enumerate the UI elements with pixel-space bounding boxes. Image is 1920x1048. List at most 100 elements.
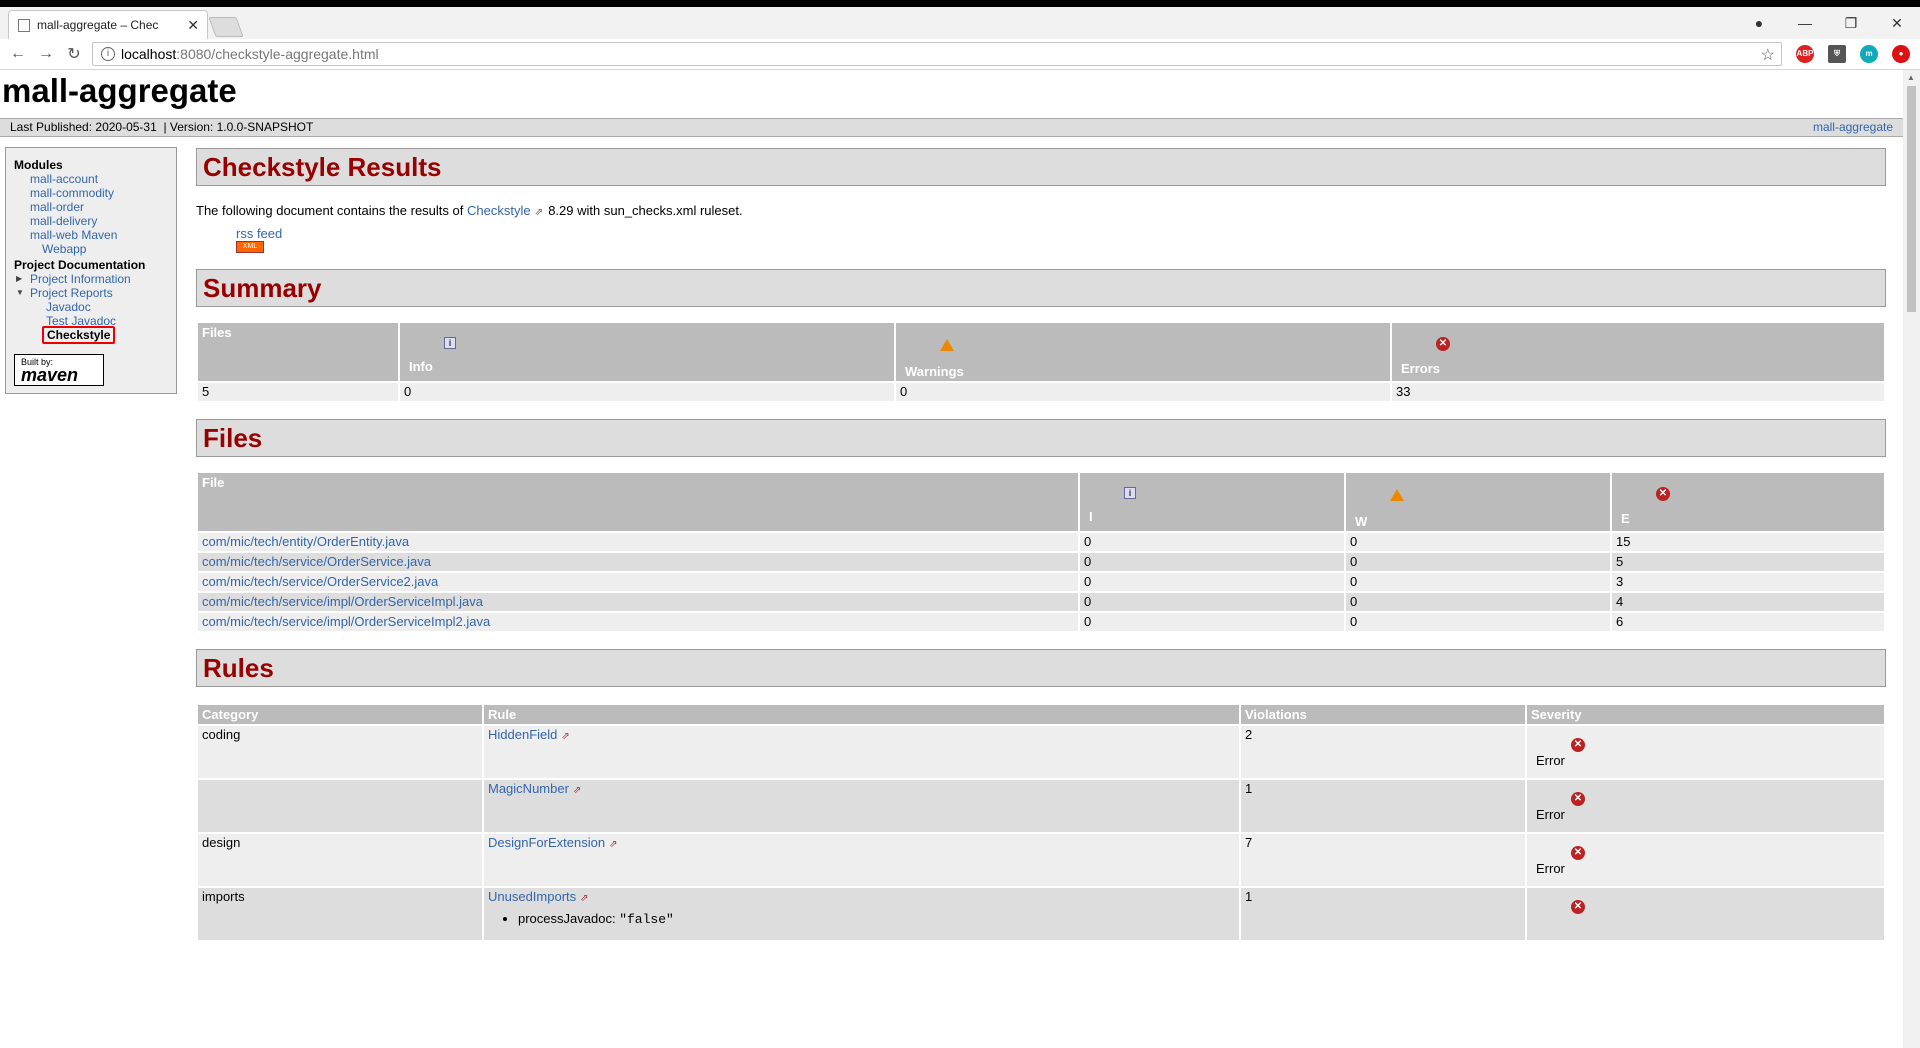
files-header-info: iI [1080,473,1344,531]
rule-severity: Error [1536,861,1565,876]
table-row: com/mic/tech/entity/OrderEntity.java 0 0… [198,533,1884,551]
rule-violations: 1 [1241,780,1525,832]
scrollbar-thumb[interactable] [1907,86,1916,312]
red-extension-icon[interactable]: ● [1892,45,1910,63]
forward-icon[interactable]: → [32,45,60,63]
summary-errors-count: 33 [1392,383,1884,401]
external-link-icon: ⇗ [561,731,570,742]
summary-header-warnings-label: Warnings [905,364,964,379]
profile-icon[interactable]: ● [1736,15,1782,31]
page-heading: Checkstyle Results [196,148,1886,186]
summary-header-info-label: Info [409,359,433,374]
file-info-count: 0 [1080,573,1344,591]
close-window-button[interactable]: ✕ [1874,15,1920,32]
table-row: coding HiddenField ⇗ 2 ✕ Error [198,726,1884,778]
external-link-icon: ⇗ [534,207,543,218]
info-icon: i [1124,487,1136,499]
file-link[interactable]: com/mic/tech/service/impl/OrderServiceIm… [202,594,483,609]
files-heading: Files [196,419,1886,457]
site-info-icon[interactable]: i [101,47,115,61]
file-link[interactable]: com/mic/tech/service/impl/OrderServiceIm… [202,614,490,629]
rule-params: processJavadoc: "false" [488,910,1235,929]
table-row: design DesignForExtension ⇗ 7 ✕ Error [198,834,1884,886]
rule-link[interactable]: UnusedImports [488,889,576,904]
reload-icon[interactable]: ↻ [60,44,88,64]
project-documentation-heading: Project Documentation [14,258,146,272]
window-controls: ● — ❐ ✕ [1736,7,1920,39]
files-header-info-label: I [1089,509,1093,524]
last-published: Last Published: 2020-05-31 [10,120,157,134]
built-by-maven-logo[interactable]: Built by: maven [14,354,104,386]
file-warnings-count: 0 [1346,613,1610,631]
table-row: com/mic/tech/service/impl/OrderServiceIm… [198,613,1884,631]
maven-wordmark: maven [21,365,79,385]
warning-icon [1390,489,1404,501]
rss-feed-link[interactable]: rss feed [236,226,282,241]
checkstyle-link[interactable]: Checkstyle [467,203,531,218]
file-warnings-count: 0 [1346,553,1610,571]
error-icon: ✕ [1436,337,1450,351]
intro-paragraph: The following document contains the resu… [196,203,1886,218]
rule-link[interactable]: MagicNumber [488,781,569,796]
summary-info-count: 0 [400,383,894,401]
module-link-webapp[interactable]: Webapp [42,242,86,256]
file-info-count: 0 [1080,553,1344,571]
modules-list: mall-account mall-commodity mall-order m… [14,172,168,256]
bookmark-star-icon[interactable]: ☆ [1761,45,1775,65]
module-link[interactable]: mall-delivery [30,214,97,228]
new-tab-button[interactable] [208,17,244,37]
rule-link[interactable]: DesignForExtension [488,835,605,850]
file-errors-count: 6 [1612,613,1884,631]
breadcrumb-project-link[interactable]: mall-aggregate [1813,119,1893,136]
adblock-extension-icon[interactable]: ABP [1796,45,1814,63]
module-link[interactable]: mall-web Maven [30,228,117,242]
project-information-link[interactable]: Project Information [30,272,131,286]
shield-extension-icon[interactable]: ⛨ [1828,45,1846,63]
window-top-border [0,0,1920,7]
site-title: mall-aggregate [2,72,237,109]
module-link[interactable]: mall-commodity [30,186,114,200]
browser-tab[interactable]: mall-aggregate – Chec ✕ [8,10,208,39]
rules-header-severity: Severity [1527,705,1884,724]
file-link[interactable]: com/mic/tech/entity/OrderEntity.java [202,534,409,549]
file-link[interactable]: com/mic/tech/service/OrderService2.java [202,574,438,589]
address-bar[interactable]: i localhost:8080/checkstyle-aggregate.ht… [92,42,1782,66]
external-link-icon: ⇗ [580,893,589,904]
page-favicon-icon [18,19,30,32]
module-link[interactable]: mall-order [30,200,84,214]
summary-heading: Summary [196,269,1886,307]
javadoc-link[interactable]: Javadoc [46,300,91,314]
rule-violations: 1 [1241,888,1525,940]
error-icon: ✕ [1571,792,1585,806]
url-host: localhost [121,46,177,62]
module-link[interactable]: mall-account [30,172,98,186]
main-content: Checkstyle Results The following documen… [196,148,1886,942]
files-header-warnings: W [1346,473,1610,531]
files-header-errors: ✕ E [1612,473,1884,531]
summary-header-info: i Info [400,323,894,381]
summary-table: Files i Info Warnings ✕ Errors 5 0 0 33 [196,321,1886,403]
rule-severity: Error [1536,753,1565,768]
rss-block: rss feed XML [236,226,1886,253]
m-extension-icon[interactable]: m [1860,45,1878,63]
file-warnings-count: 0 [1346,533,1610,551]
rule-link[interactable]: HiddenField [488,727,557,742]
scroll-up-icon[interactable]: ▲ [1907,73,1915,82]
external-link-icon: ⇗ [609,839,618,850]
expanded-triangle-icon: ▼ [16,288,24,297]
modules-heading: Modules [14,158,63,172]
external-link-icon: ⇗ [572,785,582,796]
restore-button[interactable]: ❐ [1828,15,1874,32]
vertical-scrollbar[interactable]: ▲ [1903,70,1920,1048]
file-link[interactable]: com/mic/tech/service/OrderService.java [202,554,431,569]
file-info-count: 0 [1080,593,1344,611]
url-path: :8080/checkstyle-aggregate.html [176,46,379,62]
rule-severity: Error [1536,807,1565,822]
minimize-button[interactable]: — [1782,15,1828,31]
rules-heading: Rules [196,649,1886,687]
tab-close-icon[interactable]: ✕ [187,17,199,34]
project-reports-link[interactable]: Project Reports [30,286,113,300]
back-icon[interactable]: ← [4,45,32,63]
xml-feed-icon[interactable]: XML [236,241,264,253]
summary-header-errors: ✕ Errors [1392,323,1884,381]
